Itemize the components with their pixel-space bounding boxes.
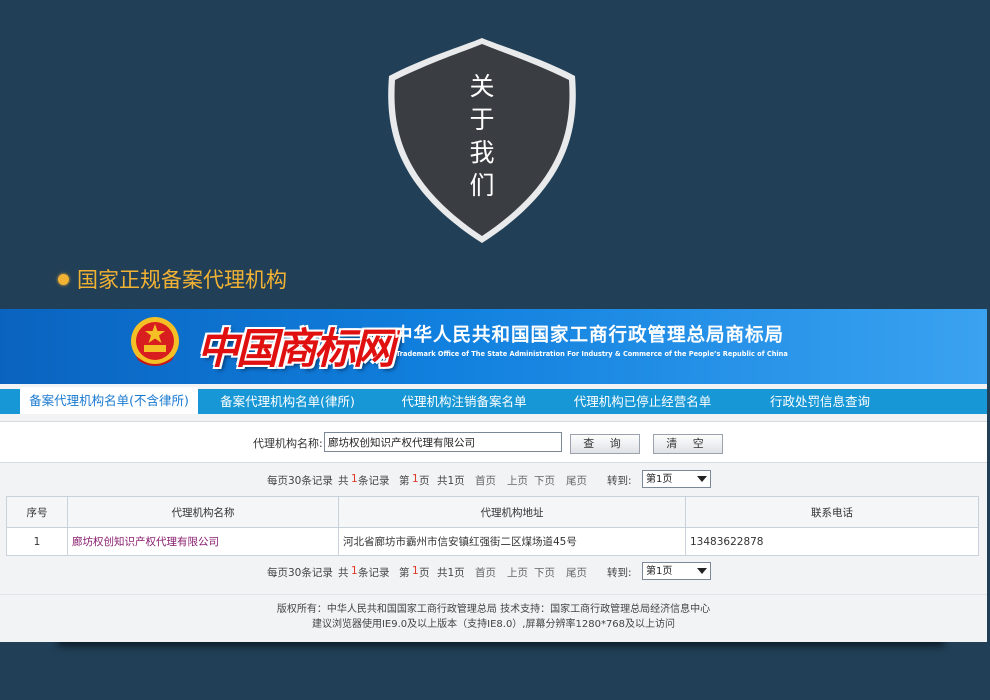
pager-goto-label: 转到: [607,567,632,579]
row-index: 1 [6,527,68,556]
agency-table: 序号 代理机构名称 代理机构地址 联系电话 1 廊坊权创知识产权代理有限公司 河… [6,496,979,556]
pager-current-page: 1 [412,565,419,577]
chevron-down-icon [697,476,707,482]
about-us-title: 关 于 我 们 [383,70,581,202]
about-us-shield: 关 于 我 们 [383,36,581,246]
pager-bottom: 每页30条记录 共 1 条记录 第 1 页 共1页 首页 上页 下页 尾页 转到… [0,560,987,584]
search-label: 代理机构名称: [253,437,323,450]
site-banner: 中国商标网 中华人民共和国国家工商行政管理总局商标局 Trademark Off… [0,309,987,384]
pager-next-link[interactable]: 下页 [534,565,555,580]
page-select[interactable]: 第1页 [642,562,711,580]
table-header-row: 序号 代理机构名称 代理机构地址 联系电话 [6,496,979,528]
column-header: 序号 [6,496,68,528]
site-subtitle: Trademark Office of The State Administra… [396,350,788,358]
footer-copyright: 版权所有：中华人民共和国国家工商行政管理总局 技术支持：国家工商行政管理总局经济… [276,604,711,615]
search-form: 代理机构名称: 查 询 清 空 [0,421,987,463]
agency-phone: 13483622878 [685,527,979,556]
pager-prev-link[interactable]: 上页 [507,565,528,580]
pager-total-suffix: 条记录 [358,475,390,487]
pager-per-page: 每页30条记录 [267,567,333,579]
clear-button[interactable]: 清 空 [653,434,723,454]
tab-registered-agencies-non-law[interactable]: 备案代理机构名单(不含律所) [20,387,198,414]
tab-registered-agencies-law[interactable]: 备案代理机构名单(律所) [205,389,370,414]
tab-stopped-agencies[interactable]: 代理机构已停止经营名单 [560,389,725,414]
bullet-icon [58,273,69,285]
agency-name-input[interactable] [324,432,562,452]
query-button[interactable]: 查 询 [570,434,640,454]
section-heading-text: 国家正规备案代理机构 [77,268,287,292]
column-header: 联系电话 [685,496,979,528]
pager-per-page: 每页30条记录 [267,475,333,487]
site-title: 中华人民共和国国家工商行政管理总局商标局 [394,325,785,346]
agency-address: 河北省廊坊市霸州市信安镇红强街二区煤场道45号 [338,527,686,556]
title-char: 我 [469,138,495,167]
pager-page-suffix: 页 [419,475,430,487]
pager-total-prefix: 共 [338,567,349,579]
page-select[interactable]: 第1页 [642,470,711,488]
title-char: 关 [469,72,495,101]
pager-page-prefix: 第 [399,475,410,487]
column-header: 代理机构名称 [67,496,339,528]
page-select-value: 第1页 [646,474,673,485]
site-logo-text: 中国商标网 [197,324,395,373]
national-emblem-icon [131,317,179,366]
footer-browser-note: 建议浏览器使用IE9.0及以上版本（支持IE8.0）,屏幕分辨率1280*768… [311,619,676,630]
pager-next-link[interactable]: 下页 [534,473,555,488]
pager-page-prefix: 第 [399,567,410,579]
site-footer: 版权所有：中华人民共和国国家工商行政管理总局 技术支持：国家工商行政管理总局经济… [0,594,987,642]
pager-last-link[interactable]: 尾页 [566,565,587,580]
pager-total-pages: 共1页 [437,475,465,487]
tab-penalty-query[interactable]: 行政处罚信息查询 [745,389,895,414]
agency-name-link[interactable]: 廊坊权创知识产权代理有限公司 [67,527,339,556]
pager-prev-link[interactable]: 上页 [507,473,528,488]
pager-top: 每页30条记录 共 1 条记录 第 1 页 共1页 首页 上页 下页 尾页 转到… [0,468,987,492]
pager-current-page: 1 [412,473,419,485]
title-char: 们 [469,171,495,200]
pager-goto-label: 转到: [607,475,632,487]
pager-page-suffix: 页 [419,567,430,579]
pager-total-prefix: 共 [338,475,349,487]
column-header: 代理机构地址 [338,496,686,528]
table-row: 1 廊坊权创知识产权代理有限公司 河北省廊坊市霸州市信安镇红强街二区煤场道45号… [6,527,979,556]
page-select-value: 第1页 [646,566,673,577]
pager-total-pages: 共1页 [437,567,465,579]
pager-first-link[interactable]: 首页 [475,565,496,580]
title-char: 于 [469,105,495,134]
pager-first-link[interactable]: 首页 [475,473,496,488]
trademark-site-screenshot: 中国商标网 中华人民共和国国家工商行政管理总局商标局 Trademark Off… [0,309,987,642]
chevron-down-icon [697,568,707,574]
pager-last-link[interactable]: 尾页 [566,473,587,488]
section-heading: 国家正规备案代理机构 [58,262,287,296]
pager-total-count: 1 [351,565,358,577]
pager-total-count: 1 [351,473,358,485]
tab-cancelled-agencies[interactable]: 代理机构注销备案名单 [384,389,544,414]
pager-total-suffix: 条记录 [358,567,390,579]
